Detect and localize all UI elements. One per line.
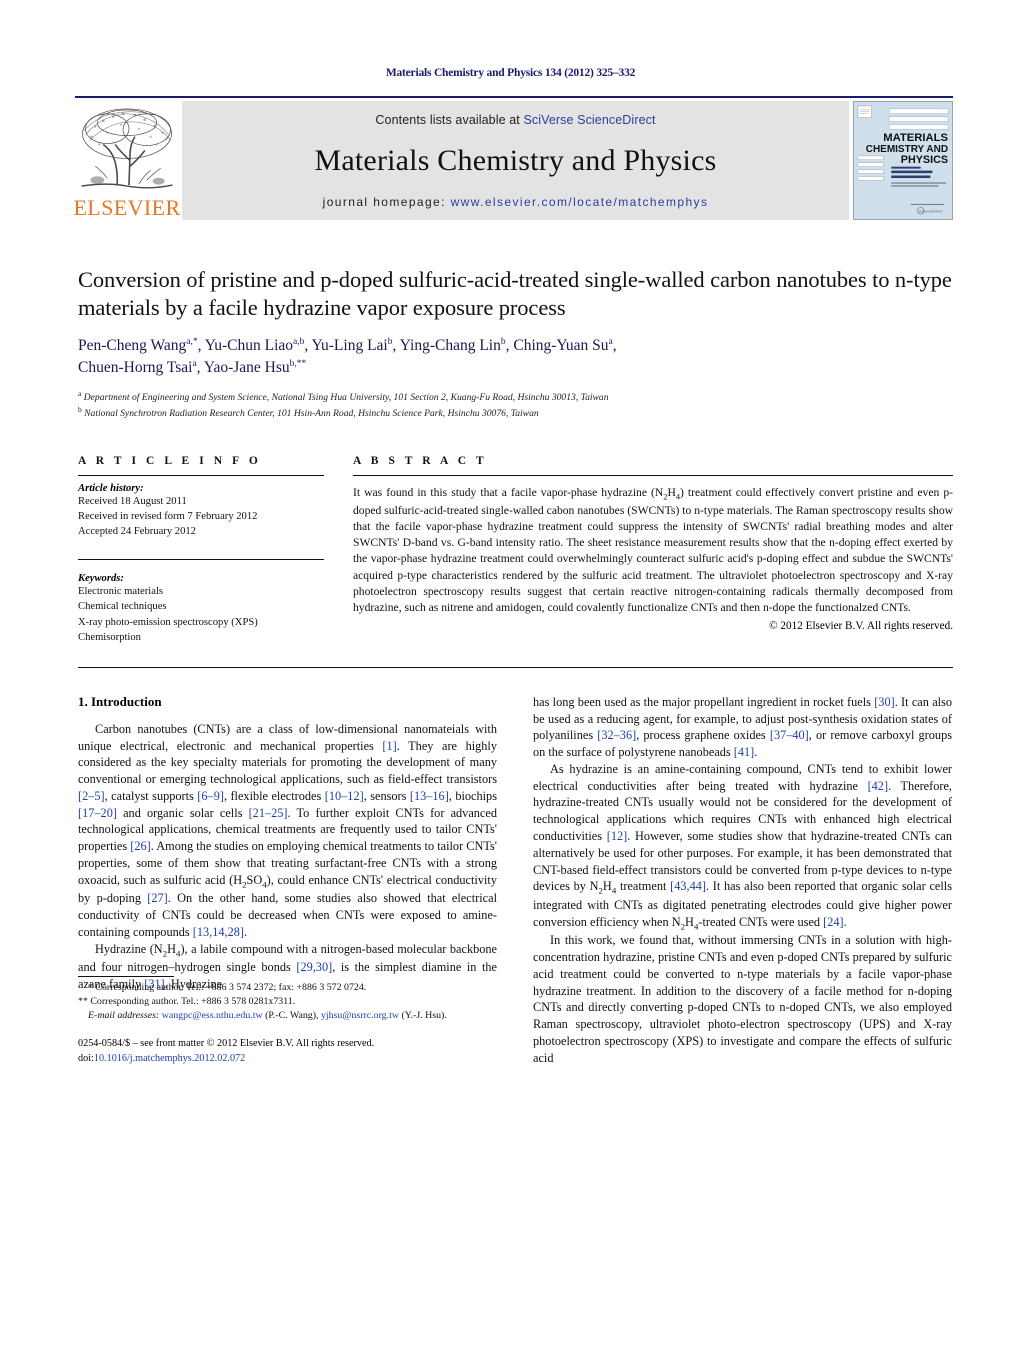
elsevier-wordmark: ELSEVIER [73, 195, 181, 220]
doi-line: doi:10.1016/j.matchemphys.2012.02.072 [78, 1052, 497, 1067]
keyword-item: Chemical techniques [78, 601, 167, 613]
history-received: Received 18 August 2011 [78, 495, 187, 507]
intro-paragraph-1: Carbon nanotubes (CNTs) are a class of l… [78, 721, 498, 939]
journal-cover-thumbnail: MATERIALS CHEMISTRY AND PHYSICS ScienceD… [853, 101, 953, 220]
footnote-corresponding-2: ** Corresponding author. Tel.: +886 3 57… [78, 995, 296, 1007]
article-history-label: Article history: [78, 482, 144, 494]
journal-masthead: ELSEVIER Contents lists available at Sci… [73, 96, 953, 220]
affiliation-a: a Department of Engineering and System S… [78, 388, 609, 403]
sciencedirect-link[interactable]: SciVerse ScienceDirect [523, 113, 655, 127]
citation-link[interactable]: [29,30] [296, 960, 332, 974]
body-column-left: 1. Introduction Carbon nanotubes (CNTs) … [78, 694, 497, 1067]
paper-page: Materials Chemistry and Physics 134 (201… [0, 0, 1021, 1351]
author-list: Pen-Cheng Wanga,*, Yu-Chun Liaoa,b, Yu-L… [78, 336, 617, 377]
footnote-corresponding-1: * Corresponding author. Tel.: +886 3 574… [88, 981, 367, 993]
body-columns: 1. Introduction Carbon nanotubes (CNTs) … [78, 694, 953, 1067]
issn-line: 0254-0584/$ – see front matter © 2012 El… [78, 1037, 375, 1049]
citation-link[interactable]: [24] [823, 915, 844, 929]
body-separator-rule [78, 666, 953, 668]
intro-paragraph-2-cont: has long been used as the major propella… [533, 694, 952, 761]
issn-copyright-block: 0254-0584/$ – see front matter © 2012 El… [78, 1037, 497, 1067]
article-info-heading: A R T I C L E I N F O [78, 454, 262, 467]
affiliation-b: b National Synchrotron Radiation Researc… [78, 404, 539, 419]
email-owner-1: (P.-C. Wang) [265, 1009, 316, 1021]
citation-link[interactable]: [30] [874, 695, 895, 709]
intro-paragraph-4: In this work, we found that, without imm… [533, 933, 952, 1065]
svg-text:PHYSICS: PHYSICS [901, 154, 948, 166]
doi-link[interactable]: 10.1016/j.matchemphys.2012.02.072 [94, 1053, 245, 1064]
info-abstract-section: A R T I C L E I N F O Article history: R… [78, 455, 953, 645]
abstract-column: A B S T R A C T It was found in this stu… [342, 455, 953, 645]
abstract-rule [353, 474, 953, 476]
citation-link[interactable]: [42] [868, 779, 889, 793]
doi-label: doi: [78, 1052, 94, 1064]
homepage-prefix: journal homepage: [322, 195, 451, 209]
affiliation-a-text: Department of Engineering and System Sci… [83, 391, 609, 403]
keyword-item: Chemisorption [78, 631, 141, 643]
journal-banner: Contents lists available at SciVerse Sci… [182, 101, 849, 220]
elsevier-tree-icon [81, 108, 173, 189]
p2-seg-d: has long been used as the major propella… [533, 694, 875, 709]
citation-link[interactable]: [37–40] [770, 728, 809, 742]
p3-seg-e: . [843, 914, 847, 929]
contents-lists-line: Contents lists available at SciVerse Sci… [375, 113, 655, 127]
journal-homepage-link[interactable]: www.elsevier.com/locate/matchemphys [451, 195, 709, 209]
citation-link[interactable]: [2–5] [78, 789, 105, 803]
affiliation-b-text: National Synchrotron Radiation Research … [84, 407, 539, 419]
footnote-rule [78, 975, 174, 977]
citation-link[interactable]: [27] [147, 891, 168, 905]
citation-link[interactable]: [1] [382, 739, 396, 753]
abstract-heading: A B S T R A C T [353, 454, 488, 467]
title-block: Conversion of pristine and p-doped sulfu… [78, 266, 953, 421]
keyword-item: X-ray photo-emission spectroscopy (XPS) [78, 616, 258, 628]
citation-link[interactable]: [10–12] [325, 789, 364, 803]
abstract-copyright: © 2012 Elsevier B.V. All rights reserved… [769, 620, 953, 633]
abstract-text: It was found in this study that a facile… [353, 485, 953, 615]
keywords-label: Keywords: [78, 573, 124, 585]
journal-homepage-line: journal homepage: www.elsevier.com/locat… [323, 195, 709, 209]
svg-text:MATERIALS: MATERIALS [883, 132, 948, 144]
contents-prefix: Contents lists available at [375, 113, 524, 127]
p1-seg-d: , flexible electrodes [223, 788, 325, 803]
citation-link[interactable]: [6–9] [197, 789, 224, 803]
page-title: Conversion of pristine and p-doped sulfu… [78, 267, 952, 321]
email-owner-2: (Y.-J. Hsu). [401, 1009, 447, 1021]
intro-paragraph-3: As hydrazine is an amine-containing comp… [533, 761, 953, 932]
citation-link[interactable]: [21–25] [249, 806, 288, 820]
p1-seg-k: . [244, 924, 248, 939]
citation-link[interactable]: [41] [734, 745, 755, 759]
citation-link[interactable]: [13–16] [410, 789, 449, 803]
keyword-item: Electronic materials [78, 586, 164, 598]
citation-link[interactable]: [12] [607, 829, 628, 843]
p2-seg-h: . [754, 745, 758, 760]
journal-title: Materials Chemistry and Physics [314, 144, 717, 177]
footnote-emails: E-mail addresses: wangpc@ess.nthu.edu.tw… [88, 1009, 447, 1021]
elsevier-logo: ELSEVIER [73, 101, 181, 220]
email-link-1[interactable]: wangpc@ess.nthu.edu.tw [162, 1010, 263, 1021]
info-rule [78, 474, 324, 476]
running-head: Materials Chemistry and Physics 134 (201… [385, 67, 636, 79]
p1-seg-e: , sensors [363, 788, 410, 803]
article-info-column: A R T I C L E I N F O Article history: R… [78, 455, 342, 645]
citation-link[interactable]: [26] [130, 839, 151, 853]
p1-seg-g: and organic solar cells [116, 805, 249, 820]
citation-link[interactable]: [43,44] [670, 879, 706, 893]
p1-seg-f: , biochips [448, 788, 497, 803]
citation-link[interactable]: [17–20] [78, 806, 117, 820]
affiliations: a Department of Engineering and System S… [78, 389, 953, 421]
keywords-block: Keywords: Electronic materials Chemical … [78, 559, 324, 645]
history-revised: Received in revised form 7 February 2012 [78, 510, 258, 522]
citation-link[interactable]: [13,14,28] [193, 925, 244, 939]
p1-seg-c: , catalyst supports [104, 788, 198, 803]
footnotes-block: * Corresponding author. Tel.: +886 3 574… [78, 975, 497, 1067]
cover-artwork: MATERIALS CHEMISTRY AND PHYSICS ScienceD… [854, 102, 952, 219]
svg-text:ScienceDirect: ScienceDirect [918, 209, 943, 214]
p2-seg-f: , process graphene oxides [636, 728, 770, 743]
citation-link[interactable]: [32–36] [597, 728, 636, 742]
section-heading-introduction: 1. Introduction [78, 693, 162, 709]
body-column-right: has long been used as the major propella… [533, 694, 952, 1067]
email-addresses-label: E-mail addresses: [88, 1009, 160, 1021]
history-accepted: Accepted 24 February 2012 [78, 526, 196, 538]
email-link-2[interactable]: yjhsu@nsrrc.org.tw [321, 1010, 399, 1021]
